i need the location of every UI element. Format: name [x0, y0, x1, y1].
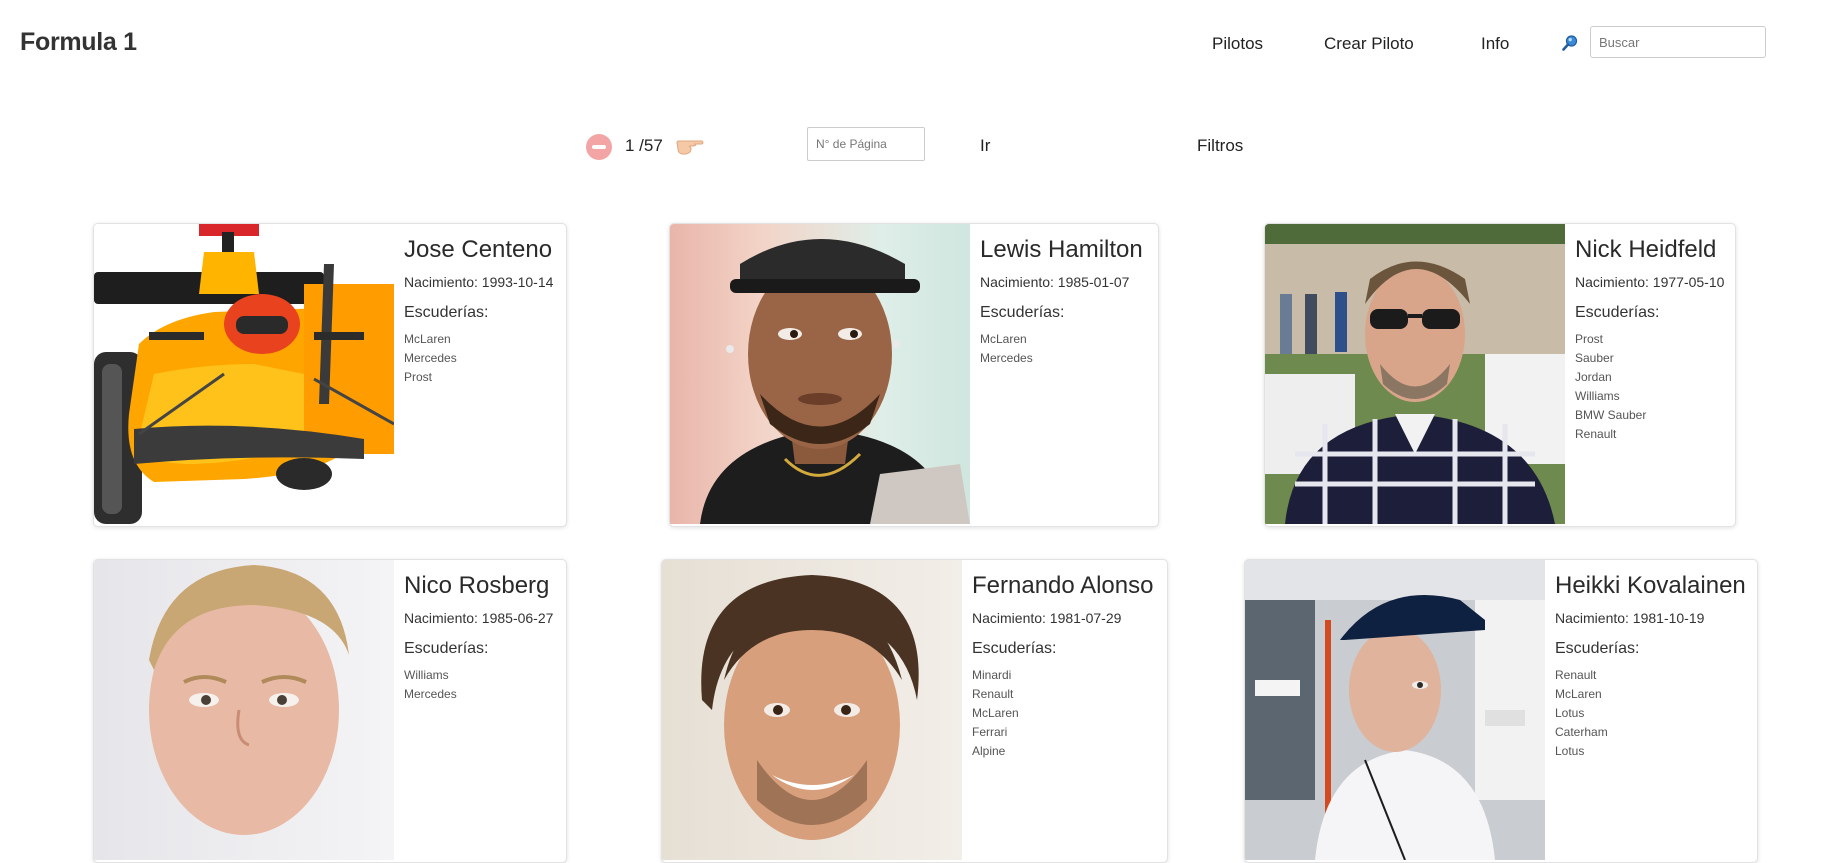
- team-item: Williams: [1575, 389, 1620, 403]
- minus-circle-icon[interactable]: [586, 134, 612, 160]
- team-item: Renault: [1555, 668, 1597, 682]
- top-navbar: Formula 1 Pilotos Crear Piloto Info: [0, 0, 1831, 88]
- search-icon[interactable]: [1561, 34, 1579, 52]
- driver-birthdate: Nacimiento: 1977-05-10: [1575, 274, 1725, 290]
- team-item: Jordan: [1575, 370, 1612, 384]
- team-item: Williams: [404, 668, 449, 682]
- team-item: Mercedes: [980, 351, 1033, 365]
- team-item: Minardi: [972, 668, 1012, 682]
- driver-name[interactable]: Lewis Hamilton: [980, 236, 1150, 264]
- driver-card[interactable]: Nick Heidfeld Nacimiento: 1977-05-10 Esc…: [1264, 223, 1736, 527]
- driver-photo: [1265, 224, 1565, 524]
- team-item: Alpine: [972, 744, 1006, 758]
- team-item: Prost: [1575, 332, 1604, 346]
- team-item: McLaren: [972, 706, 1019, 720]
- team-item: BMW Sauber: [1575, 408, 1647, 422]
- team-item: Ferrari: [972, 725, 1008, 739]
- brand-title[interactable]: Formula 1: [20, 28, 137, 57]
- team-item: Sauber: [1575, 351, 1614, 365]
- page-indicator: 1 /57: [625, 136, 663, 155]
- driver-birthdate: Nacimiento: 1993-10-14: [404, 274, 554, 290]
- team-item: McLaren: [980, 332, 1027, 346]
- driver-photo: [662, 560, 962, 860]
- driver-photo: [94, 224, 394, 524]
- team-item: Renault: [1575, 427, 1617, 441]
- driver-card[interactable]: Jose Centeno Nacimiento: 1993-10-14 Escu…: [93, 223, 567, 527]
- driver-birthdate: Nacimiento: 1985-06-27: [404, 610, 554, 626]
- team-item: Prost: [404, 370, 433, 384]
- nav-pilotos[interactable]: Pilotos: [1212, 34, 1263, 54]
- teams-heading: Escuderías:: [404, 640, 489, 657]
- driver-birthdate: Nacimiento: 1981-10-19: [1555, 610, 1705, 626]
- team-item: Mercedes: [404, 687, 457, 701]
- page-number-input[interactable]: [807, 127, 925, 161]
- go-button[interactable]: Ir: [980, 136, 990, 156]
- filters-button[interactable]: Filtros: [1197, 136, 1243, 156]
- driver-card[interactable]: Fernando Alonso Nacimiento: 1981-07-29 E…: [661, 559, 1168, 863]
- driver-card[interactable]: Nico Rosberg Nacimiento: 1985-06-27 Escu…: [93, 559, 567, 863]
- driver-photo: [94, 560, 394, 860]
- teams-heading: Escuderías:: [404, 304, 489, 321]
- teams-heading: Escuderías:: [1575, 304, 1660, 321]
- driver-name[interactable]: Nico Rosberg: [404, 572, 558, 600]
- pagination-bar: 1 /57 Ir Filtros: [0, 126, 1831, 166]
- team-item: Lotus: [1555, 744, 1585, 758]
- driver-info: Jose Centeno Nacimiento: 1993-10-14 Escu…: [404, 236, 558, 387]
- driver-birthdate: Nacimiento: 1981-07-29: [972, 610, 1122, 626]
- driver-name[interactable]: Jose Centeno: [404, 236, 558, 264]
- nav-crear-piloto[interactable]: Crear Piloto: [1324, 34, 1414, 54]
- teams-heading: Escuderías:: [980, 304, 1065, 321]
- driver-birthdate: Nacimiento: 1985-01-07: [980, 274, 1130, 290]
- search-input[interactable]: [1590, 26, 1766, 58]
- driver-photo: [670, 224, 970, 524]
- driver-name[interactable]: Nick Heidfeld: [1575, 236, 1727, 264]
- driver-info: Heikki Kovalainen Nacimiento: 1981-10-19…: [1555, 572, 1749, 761]
- driver-name[interactable]: Fernando Alonso: [972, 572, 1159, 600]
- team-item: Mercedes: [404, 351, 457, 365]
- driver-card[interactable]: Heikki Kovalainen Nacimiento: 1981-10-19…: [1244, 559, 1758, 863]
- team-item: McLaren: [404, 332, 451, 346]
- driver-info: Lewis Hamilton Nacimiento: 1985-01-07 Es…: [980, 236, 1150, 368]
- teams-heading: Escuderías:: [1555, 640, 1640, 657]
- nav-info[interactable]: Info: [1481, 34, 1509, 54]
- driver-card[interactable]: Lewis Hamilton Nacimiento: 1985-01-07 Es…: [669, 223, 1159, 527]
- driver-name[interactable]: Heikki Kovalainen: [1555, 572, 1749, 600]
- team-item: Renault: [972, 687, 1014, 701]
- pointing-hand-icon[interactable]: [675, 132, 705, 158]
- driver-info: Fernando Alonso Nacimiento: 1981-07-29 E…: [972, 572, 1159, 761]
- driver-info: Nico Rosberg Nacimiento: 1985-06-27 Escu…: [404, 572, 558, 704]
- team-item: Caterham: [1555, 725, 1608, 739]
- driver-photo: [1245, 560, 1545, 860]
- driver-info: Nick Heidfeld Nacimiento: 1977-05-10 Esc…: [1575, 236, 1727, 444]
- team-item: McLaren: [1555, 687, 1602, 701]
- teams-heading: Escuderías:: [972, 640, 1057, 657]
- team-item: Lotus: [1555, 706, 1585, 720]
